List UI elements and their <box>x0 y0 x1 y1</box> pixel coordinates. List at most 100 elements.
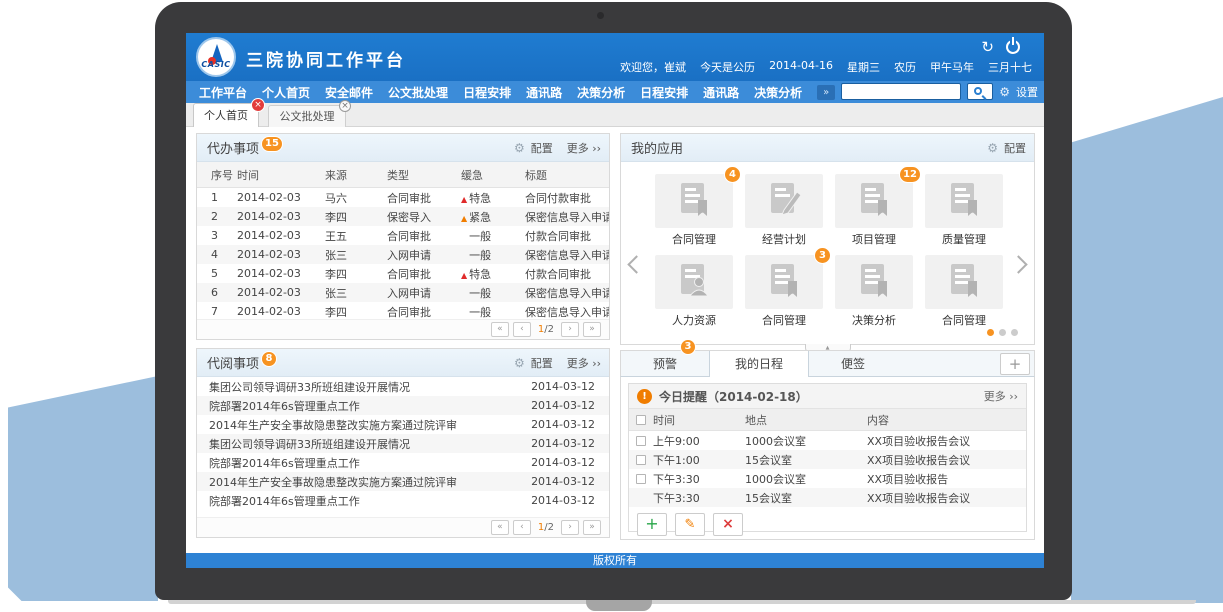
todo-row[interactable]: 1 2014-02-03 马六 合同审批 ▲特急 合同付款审批 <box>197 188 609 207</box>
nav-item[interactable]: 决策分析 <box>577 84 625 101</box>
read-list-item[interactable]: 2014年生产安全事故隐患整改实施方案通过院评审 2014-03-12 <box>197 415 609 434</box>
app-tile[interactable]: 4 合同管理 <box>655 174 733 247</box>
nav-item[interactable]: 个人首页 <box>262 84 310 101</box>
todo-row[interactable]: 5 2014-02-03 李四 合同审批 ▲特急 付款合同审批 <box>197 264 609 283</box>
copyright-footer: 版权所有 <box>186 553 1044 568</box>
prev-page-button[interactable]: ‹ <box>513 520 531 535</box>
nav-more-button[interactable]: » <box>817 85 835 100</box>
search-input[interactable] <box>841 83 961 100</box>
settings-label[interactable]: 设置 <box>1016 84 1038 100</box>
nav-item[interactable]: 通讯路 <box>703 84 739 101</box>
nav-item[interactable]: 通讯路 <box>526 84 562 101</box>
settings-gear-icon[interactable]: ⚙ <box>999 86 1010 98</box>
nav-item[interactable]: 工作平台 <box>199 84 247 101</box>
app-tile[interactable]: 人力资源 <box>655 255 733 328</box>
app-tile[interactable]: 经营计划 <box>745 174 823 247</box>
carousel-dot[interactable] <box>1011 329 1018 336</box>
tab-alerts[interactable]: 预警 3 <box>621 351 709 377</box>
gear-icon[interactable]: ⚙ <box>514 356 525 370</box>
header-checkbox-cell <box>629 415 653 425</box>
configure-button[interactable]: 配置 <box>531 140 553 156</box>
prev-page-button[interactable]: ‹ <box>513 322 531 337</box>
more-link[interactable]: 更多 ›› <box>984 388 1018 404</box>
read-panel-header: 代阅事项 8 ⚙ 配置 更多 ›› <box>197 349 609 377</box>
cell-no: 4 <box>197 248 237 261</box>
app-tile[interactable]: 合同管理 <box>925 255 1003 328</box>
configure-button[interactable]: 配置 <box>1004 140 1026 156</box>
schedule-row[interactable]: 上午9:00 1000会议室 XX项目验收报告会议 <box>629 431 1026 450</box>
document-icon <box>854 179 894 223</box>
todo-row[interactable]: 2 2014-02-03 李四 保密导入 ▲紧急 保密信息导入申请审批 <box>197 207 609 226</box>
item-date: 2014-03-12 <box>529 494 609 507</box>
item-text: 院部署2014年6s管理重点工作 <box>197 493 529 509</box>
schedule-row[interactable]: 下午3:30 15会议室 XX项目验收报告会议 <box>629 488 1026 507</box>
app-tile[interactable]: 质量管理 <box>925 174 1003 247</box>
gear-icon[interactable]: ⚙ <box>514 141 525 155</box>
read-list-item[interactable]: 院部署2014年6s管理重点工作 2014-03-12 <box>197 453 609 472</box>
panel-tools: ⚙ 配置 更多 ›› <box>514 349 601 377</box>
gear-icon[interactable]: ⚙ <box>987 141 998 155</box>
add-event-button[interactable]: + <box>637 513 667 536</box>
first-page-button[interactable]: « <box>491 322 509 337</box>
row-checkbox[interactable] <box>636 436 646 446</box>
next-page-button[interactable]: › <box>561 520 579 535</box>
search-button[interactable] <box>967 83 993 100</box>
first-page-button[interactable]: « <box>491 520 509 535</box>
delete-event-button[interactable]: × <box>713 513 743 536</box>
tab-my-schedule[interactable]: 我的日程 <box>709 351 809 378</box>
next-page-button[interactable]: › <box>561 322 579 337</box>
read-list-item[interactable]: 2014年生产安全事故隐患整改实施方案通过院评审 2014-03-12 <box>197 472 609 491</box>
app-tile[interactable]: 3 合同管理 <box>745 255 823 328</box>
todo-table-header: 序号 时间 来源 类型 缓急 标题 <box>197 162 609 188</box>
nav-item[interactable]: 日程安排 <box>640 84 688 101</box>
cell-time: 2014-02-03 <box>237 248 325 261</box>
page-indicator: 1/2 <box>538 522 554 533</box>
tab-notes[interactable]: 便签 <box>809 351 897 377</box>
carousel-right-arrow-icon[interactable] <box>1009 255 1027 273</box>
last-page-button[interactable]: » <box>583 322 601 337</box>
tab-personal-home[interactable]: 个人首页 × <box>193 103 259 127</box>
background-shape-left <box>8 376 158 601</box>
row-checkbox[interactable] <box>636 455 646 465</box>
app-label: 合同管理 <box>925 312 1003 328</box>
read-list-item[interactable]: 集团公司领导调研33所班组建设开展情况 2014-03-12 <box>197 434 609 453</box>
power-icon[interactable] <box>1006 40 1020 54</box>
app-count-badge: 3 <box>814 247 831 264</box>
last-page-button[interactable]: » <box>583 520 601 535</box>
select-all-checkbox[interactable] <box>636 415 646 425</box>
todo-row[interactable]: 4 2014-02-03 张三 入网申请 ▲一般 保密信息导入申请审批 <box>197 245 609 264</box>
tab-close-icon[interactable]: × <box>339 100 351 112</box>
app-tile[interactable]: 决策分析 <box>835 255 913 328</box>
nav-item[interactable]: 日程安排 <box>463 84 511 101</box>
welcome-segment: 今天是公历 <box>700 59 755 75</box>
tab-document-batch[interactable]: 公文批处理 × <box>268 105 346 127</box>
cell-urgency: ▲特急 <box>461 266 525 282</box>
refresh-icon[interactable]: ↻ <box>981 40 994 55</box>
app-label: 质量管理 <box>925 231 1003 247</box>
add-widget-button[interactable]: + <box>1000 353 1030 375</box>
carousel-dot-active[interactable] <box>987 329 994 336</box>
carousel-dots <box>987 329 1018 336</box>
schedule-row[interactable]: 下午1:00 15会议室 XX项目验收报告会议 <box>629 450 1026 469</box>
nav-item[interactable]: 安全邮件 <box>325 84 373 101</box>
read-list-item[interactable]: 院部署2014年6s管理重点工作 2014-03-12 <box>197 491 609 510</box>
edit-event-button[interactable]: ✎ <box>675 513 705 536</box>
more-link[interactable]: 更多 ›› <box>567 140 601 156</box>
read-list-item[interactable]: 院部署2014年6s管理重点工作 2014-03-12 <box>197 396 609 415</box>
app-tile[interactable]: 12 项目管理 <box>835 174 913 247</box>
tab-close-badge-icon[interactable]: × <box>251 98 265 112</box>
nav-item[interactable]: 决策分析 <box>754 84 802 101</box>
todo-row[interactable]: 6 2014-02-03 张三 入网申请 ▲一般 保密信息导入申请审批 <box>197 283 609 302</box>
more-link[interactable]: 更多 ›› <box>567 355 601 371</box>
nav-item[interactable]: 公文批处理 <box>388 84 448 101</box>
carousel-dot[interactable] <box>999 329 1006 336</box>
document-icon <box>764 260 804 304</box>
app-tile-icon-box: 3 <box>745 255 823 309</box>
read-list-item[interactable]: 集团公司领导调研33所班组建设开展情况 2014-03-12 <box>197 377 609 396</box>
row-checkbox[interactable] <box>636 474 646 484</box>
cell-source: 李四 <box>325 304 387 320</box>
schedule-row[interactable]: 下午3:30 1000会议室 XX项目验收报告 <box>629 469 1026 488</box>
carousel-left-arrow-icon[interactable] <box>627 255 645 273</box>
configure-button[interactable]: 配置 <box>531 355 553 371</box>
todo-row[interactable]: 3 2014-02-03 王五 合同审批 ▲一般 付款合同审批 <box>197 226 609 245</box>
